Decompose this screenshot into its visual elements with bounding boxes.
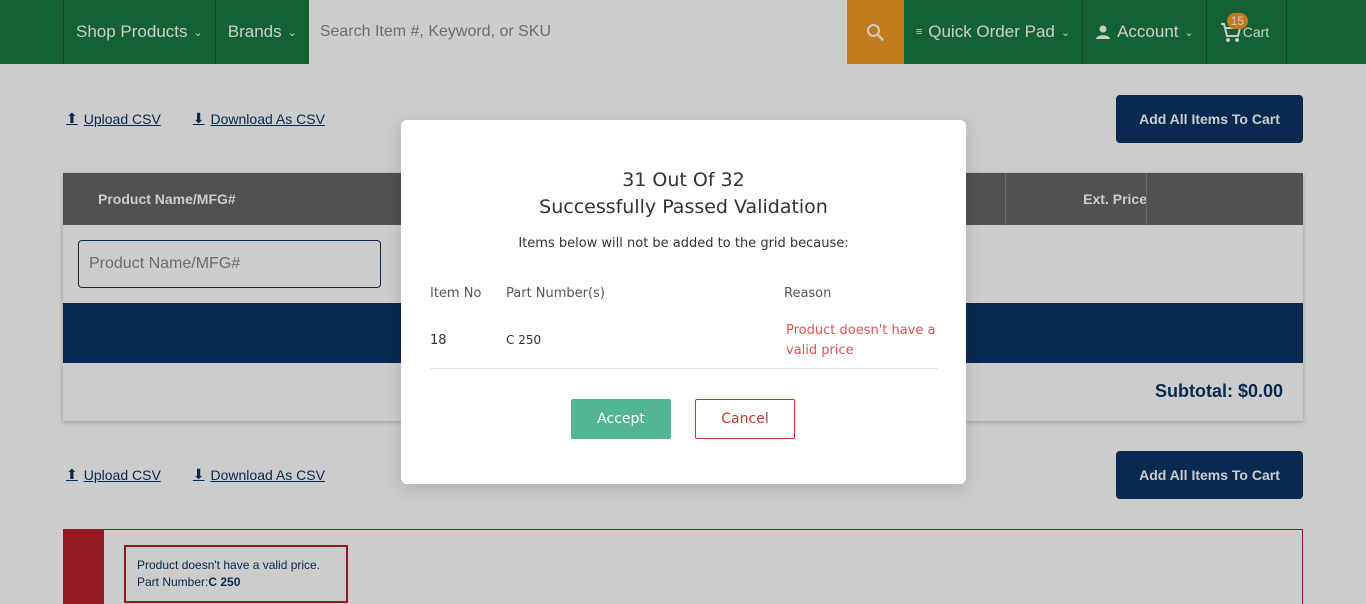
modal-subtitle: Items below will not be added to the gri… [518,236,849,251]
modal-title: 31 Out Of 32 Successfully Passed Validat… [401,167,966,221]
modal-title-status: Successfully Passed Validation [539,196,828,218]
row-item-no: 18 [430,333,447,348]
modal-title-count: 31 Out Of 32 [622,169,745,191]
accept-button[interactable]: Accept [571,399,671,439]
row-reason: Product doesn't have a valid price [786,323,936,358]
cancel-button[interactable]: Cancel [695,399,795,439]
column-header-reason: Reason [784,286,832,301]
row-part-number: C 250 [506,333,542,347]
column-header-part-number: Part Number(s) [506,286,605,301]
validation-modal: 31 Out Of 32 Successfully Passed Validat… [401,120,966,484]
row-divider [430,368,938,369]
column-header-item-no: Item No [430,286,482,301]
